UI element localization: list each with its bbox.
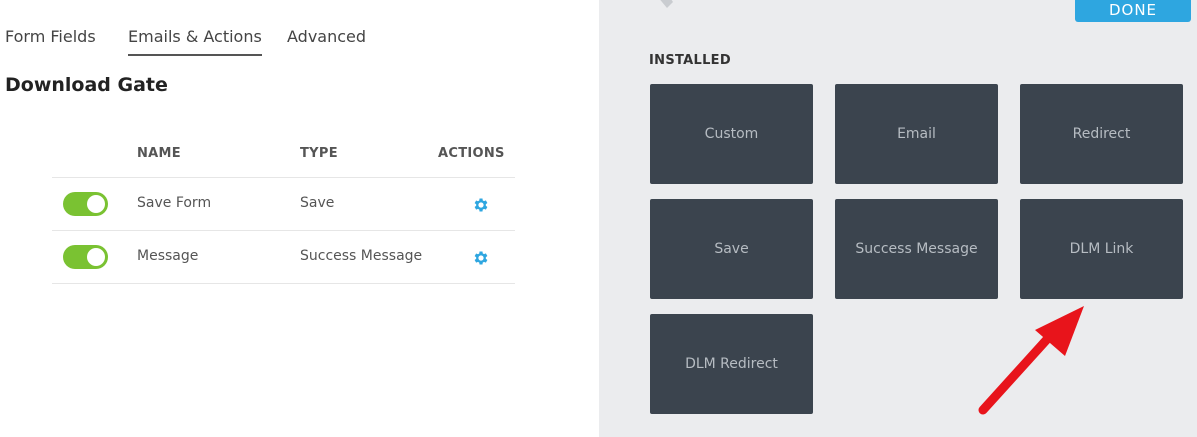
action-name: Save Form (137, 195, 212, 211)
tab-emails-actions[interactable]: Emails & Actions (128, 27, 262, 56)
action-tile-redirect[interactable]: Redirect (1020, 84, 1183, 184)
enable-toggle[interactable] (63, 192, 108, 216)
gear-icon[interactable] (472, 196, 490, 214)
installed-heading: INSTALLED (649, 53, 731, 68)
tab-bar: Form Fields Emails & Actions Advanced (0, 0, 599, 56)
actions-table: NAME TYPE ACTIONS Save Form Save Message… (52, 140, 515, 284)
tab-form-fields[interactable]: Form Fields (5, 27, 96, 46)
action-type: Success Message (300, 248, 423, 264)
action-name: Message (137, 248, 199, 264)
action-picker-panel: DONE INSTALLED Custom Email Redirect Sav… (599, 0, 1197, 437)
toggle-knob (87, 195, 105, 213)
action-tile-success-message[interactable]: Success Message (835, 199, 998, 299)
done-button[interactable]: DONE (1075, 0, 1191, 22)
table-header: NAME TYPE ACTIONS (52, 140, 515, 178)
action-tile-email[interactable]: Email (835, 84, 998, 184)
column-header-name: NAME (137, 146, 181, 161)
column-header-actions: ACTIONS (438, 146, 505, 161)
action-tile-dlm-redirect[interactable]: DLM Redirect (650, 314, 813, 414)
action-tile-dlm-link[interactable]: DLM Link (1020, 199, 1183, 299)
column-header-type: TYPE (300, 146, 338, 161)
action-tile-custom[interactable]: Custom (650, 84, 813, 184)
form-title: Download Gate (5, 74, 168, 96)
wrench-icon (660, 0, 673, 8)
action-type: Save (300, 195, 335, 211)
enable-toggle[interactable] (63, 245, 108, 269)
table-row: Save Form Save (52, 178, 515, 231)
builder-left-panel: Form Fields Emails & Actions Advanced Do… (0, 0, 599, 437)
gear-icon[interactable] (472, 249, 490, 267)
toggle-knob (87, 248, 105, 266)
tab-advanced[interactable]: Advanced (287, 27, 366, 46)
table-row: Message Success Message (52, 231, 515, 284)
action-tile-save[interactable]: Save (650, 199, 813, 299)
